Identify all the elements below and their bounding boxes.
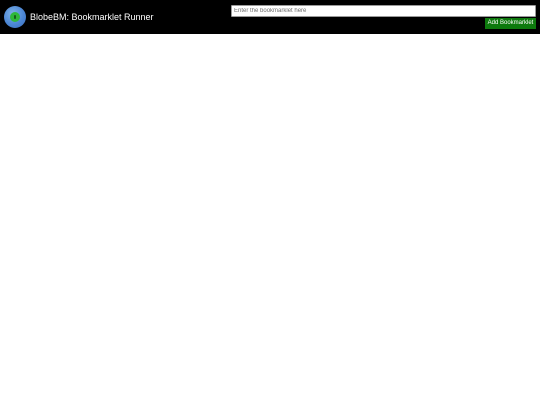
add-bookmarklet-button[interactable]: Add Bookmarklet [485,18,536,29]
logo-mark [14,15,16,19]
bookmarklet-list-area [0,34,540,405]
app-title: BlobeBM: Bookmarklet Runner [30,12,154,22]
globe-logo-icon [4,6,26,28]
logo-center-icon [10,12,20,22]
top-bar: BlobeBM: Bookmarklet Runner Add Bookmark… [0,0,540,34]
bookmarklet-input[interactable] [231,5,536,17]
